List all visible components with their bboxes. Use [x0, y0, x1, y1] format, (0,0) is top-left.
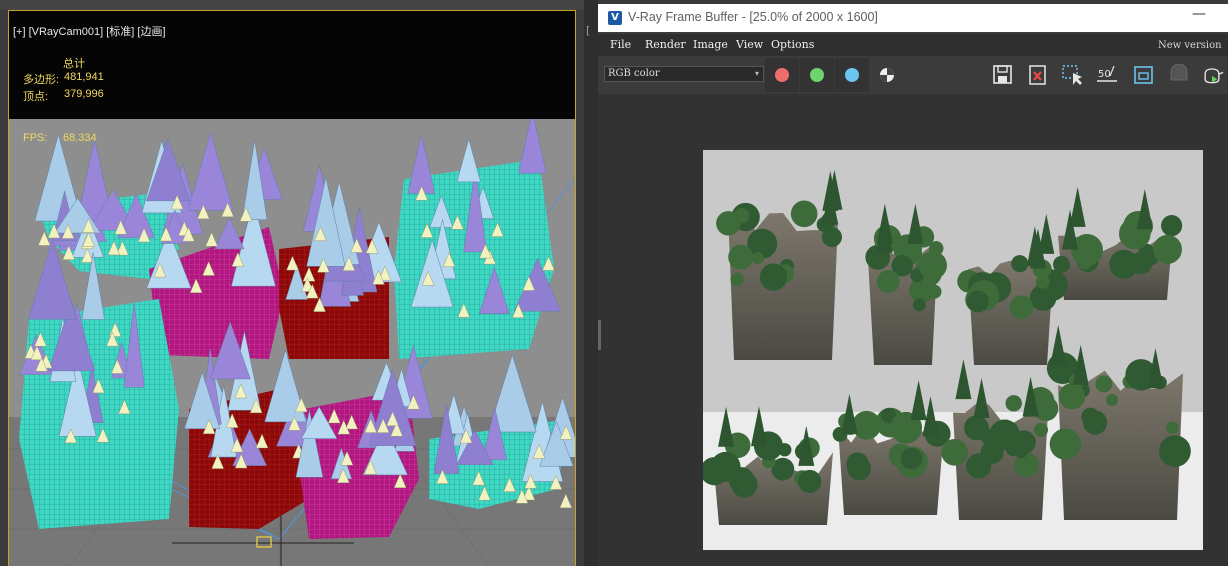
vray-logo-icon: V [608, 11, 622, 25]
render-tree-foliage [1071, 233, 1103, 266]
render-tree-foliage [1159, 435, 1191, 468]
menu-file[interactable]: File [610, 38, 631, 51]
render-tree-foliage [900, 447, 923, 470]
chevron-down-icon: ▾ [754, 69, 759, 78]
render-tree-foliage [1095, 375, 1113, 393]
track-mouse-icon[interactable] [1167, 64, 1191, 86]
render-tree-foliage [1161, 215, 1183, 237]
red-channel-icon [775, 68, 789, 82]
render-tree-foliage [1129, 251, 1153, 275]
render-tree-foliage [1033, 422, 1049, 437]
polys-value: 481,941 [64, 71, 104, 83]
render-tree-foliage [964, 415, 989, 441]
compare-50-icon[interactable]: 50 [1096, 64, 1120, 86]
vfb-menubar: File Render Image View Options New versi… [598, 34, 1228, 56]
side-panel-glyph: [ [586, 24, 591, 37]
vray-frame-buffer-window[interactable]: V V-Ray Frame Buffer - [25.0% of 2000 x … [598, 0, 1228, 566]
render-tree-foliage [1011, 255, 1029, 273]
viewport-label[interactable]: [+] [VRayCam001] [标准] [边画] [13, 23, 166, 39]
viewport[interactable]: [+] [VRayCam001] [标准] [边画] 总计 多边形: 481,9… [0, 0, 584, 566]
render-tree-foliage [927, 284, 942, 299]
render-tree-foliage [751, 252, 764, 265]
viewport-edge-panel [584, 0, 598, 566]
render-tree-foliage [1009, 295, 1034, 320]
fps-value: 68.334 [63, 132, 97, 144]
render-tree-foliage [989, 419, 1020, 451]
compare-label: 50 [1098, 69, 1111, 80]
render-tree-foliage [730, 272, 744, 287]
panel-splitter-handle[interactable] [598, 320, 601, 350]
verts-label: 顶点: [23, 91, 49, 103]
teapot-render-icon[interactable] [1200, 64, 1224, 86]
alpha-channel-icon[interactable] [877, 64, 901, 86]
viewport-scene[interactable]: FPS: 68.334 [9, 119, 575, 566]
region-select-icon[interactable] [1061, 64, 1085, 86]
clear-icon[interactable] [1026, 64, 1050, 86]
green-channel-button[interactable] [800, 58, 834, 92]
render-tree-foliage [876, 270, 900, 293]
render-tree-foliage [1005, 395, 1022, 412]
render-tree-foliage [798, 469, 822, 494]
render-tree-foliage [918, 251, 947, 280]
render-tree-foliage [913, 298, 926, 312]
vfb-titlebar[interactable]: V V-Ray Frame Buffer - [25.0% of 2000 x … [598, 4, 1228, 32]
verts-value: 379,996 [64, 88, 104, 100]
render-tree-foliage [1053, 255, 1070, 273]
render-tree-foliage [1049, 428, 1082, 460]
fps-label: FPS: [23, 132, 47, 144]
render-tree-foliage [847, 456, 872, 481]
render-tree-foliage [728, 467, 755, 493]
render-tree-foliage [790, 200, 818, 228]
vfb-toolbar: RGB color ▾ 50 [598, 56, 1228, 94]
new-version-link[interactable]: New version [1158, 40, 1222, 51]
render-tree-foliage [966, 453, 992, 479]
menu-image[interactable]: Image [693, 38, 728, 51]
viewport-stats-panel: [+] [VRayCam001] [标准] [边画] 总计 多边形: 481,9… [9, 11, 575, 120]
render-tree-foliage [1166, 421, 1179, 434]
channel-select[interactable]: RGB color ▾ [604, 66, 764, 82]
vfb-title: V-Ray Frame Buffer - [25.0% of 2000 x 16… [628, 10, 878, 24]
menu-view[interactable]: View [736, 38, 763, 51]
render-tree-foliage [1036, 275, 1050, 289]
render-image [703, 150, 1203, 550]
viewport-frame[interactable]: [+] [VRayCam001] [标准] [边画] 总计 多边形: 481,9… [8, 10, 576, 566]
polys-label: 多边形: [23, 74, 60, 86]
green-channel-icon [810, 68, 824, 82]
render-tree-foliage [1105, 393, 1119, 407]
render-tree-foliage [941, 438, 968, 466]
render-tree-foliage [1083, 410, 1108, 435]
render-tree-foliage [1033, 396, 1059, 422]
region-render-icon[interactable] [1132, 64, 1156, 86]
render-tree-foliage [728, 244, 754, 270]
render-tree-foliage [733, 207, 750, 224]
menu-options[interactable]: Options [771, 38, 814, 51]
render-tree-foliage [1152, 234, 1182, 264]
menu-render[interactable]: Render [645, 38, 686, 51]
render-tree-foliage [759, 263, 788, 291]
red-channel-button[interactable] [765, 58, 799, 92]
vfb-canvas[interactable] [598, 94, 1228, 566]
channel-select-value: RGB color [608, 68, 660, 79]
minimize-button[interactable]: — [1190, 6, 1208, 26]
save-icon[interactable] [991, 64, 1015, 86]
stats-header: 总计 [63, 58, 85, 70]
render-tree-foliage [966, 290, 989, 313]
blue-channel-button[interactable] [835, 58, 869, 92]
viewport-top-strip [0, 0, 584, 10]
blue-channel-icon [845, 68, 859, 82]
